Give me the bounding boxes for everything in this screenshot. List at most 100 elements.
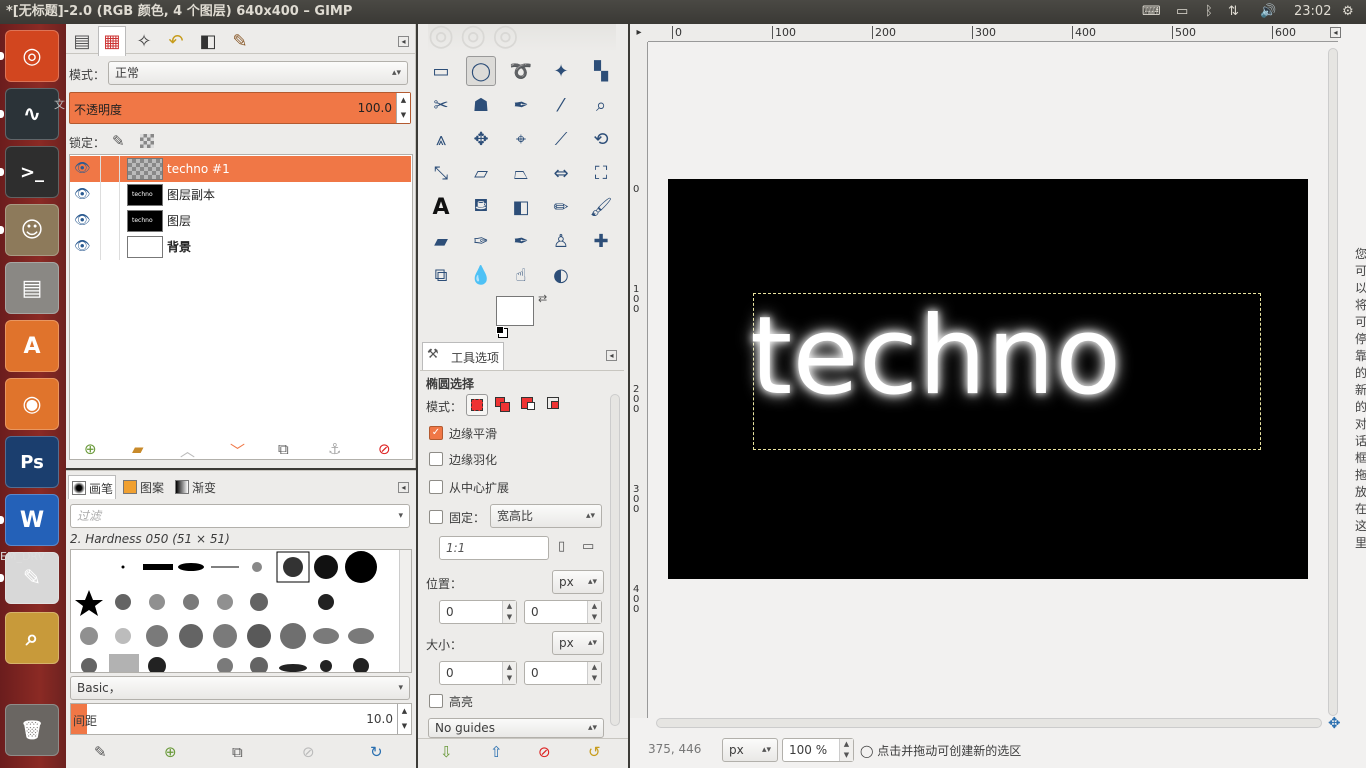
- layer-visibility-eye-icon[interactable]: 👁: [74, 208, 91, 234]
- tab-patterns[interactable]: 图案: [120, 475, 168, 499]
- layer-chain-toggle[interactable]: [100, 156, 120, 182]
- paths-tab-icon[interactable]: ✧: [130, 26, 158, 56]
- tool-cage-transform-icon[interactable]: ⛶: [586, 158, 616, 188]
- lower-layer-icon[interactable]: ﹀: [230, 440, 245, 461]
- tool-pencil-icon[interactable]: ✏: [546, 192, 576, 222]
- launcher-software-center-icon[interactable]: A: [5, 320, 59, 372]
- tool-free-select-icon[interactable]: ➰: [506, 56, 536, 86]
- layer-row[interactable]: 👁 techno 图层: [70, 208, 411, 234]
- duplicate-brush-icon[interactable]: ⧉: [232, 743, 243, 761]
- tool-measure-icon[interactable]: ⩓: [426, 124, 456, 154]
- launcher-terminal-icon[interactable]: >_: [5, 146, 59, 198]
- keyboard-icon[interactable]: ⌨: [1142, 0, 1161, 24]
- brush-grid[interactable]: [70, 549, 412, 673]
- raise-layer-icon[interactable]: ︿: [180, 440, 195, 461]
- layer-chain-toggle[interactable]: [100, 234, 120, 260]
- zoom-input[interactable]: 100 % ▲ ▼: [782, 738, 854, 762]
- tool-heal-icon[interactable]: ✚: [586, 226, 616, 256]
- power-gear-icon[interactable]: ⚙: [1342, 0, 1354, 24]
- tool-airbrush-icon[interactable]: ✑: [466, 226, 496, 256]
- new-layer-icon[interactable]: ⊕: [84, 440, 97, 458]
- battery-icon[interactable]: ▭: [1176, 0, 1188, 24]
- clock[interactable]: 23:02: [1294, 0, 1331, 24]
- launcher-files-icon[interactable]: ▤: [5, 262, 59, 314]
- ruler-vertical[interactable]: 0 1 0 0 2 0 0 3 0 0 4 0 0: [630, 42, 648, 718]
- tool-text-icon[interactable]: A: [426, 192, 456, 222]
- spacing-spin-arrows[interactable]: ▲ ▼: [397, 704, 411, 734]
- layer-visibility-eye-icon[interactable]: 👁: [74, 182, 91, 208]
- layer-row[interactable]: 👁 techno 图层副本: [70, 182, 411, 208]
- guides-select[interactable]: No guides ▴▾: [428, 718, 604, 738]
- refresh-brushes-icon[interactable]: ↻: [370, 743, 383, 761]
- network-icon[interactable]: ⇅: [1228, 0, 1239, 24]
- layer-chain-toggle[interactable]: [100, 208, 120, 234]
- tool-rotate-icon[interactable]: ⟲: [586, 124, 616, 154]
- tool-options-menu-arrow-icon[interactable]: ◂: [606, 350, 617, 361]
- portrait-icon[interactable]: ▯: [558, 539, 565, 554]
- save-tool-preset-icon[interactable]: ⇩: [440, 743, 453, 761]
- horizontal-scrollbar[interactable]: [656, 718, 1322, 728]
- landscape-icon[interactable]: ▭: [582, 539, 594, 554]
- fixed-mode-select[interactable]: 宽高比 ▴▾: [490, 504, 602, 528]
- layer-name[interactable]: 图层: [167, 208, 191, 234]
- tool-flip-icon[interactable]: ⇔: [546, 158, 576, 188]
- layer-visibility-eye-icon[interactable]: 👁: [74, 156, 91, 182]
- tool-clone-icon[interactable]: ♙: [546, 226, 576, 256]
- position-y-input[interactable]: 0 ▲ ▼: [524, 600, 602, 624]
- undo-history-tab-icon[interactable]: ↶: [162, 26, 190, 56]
- tab-gradients[interactable]: 渐变: [172, 475, 220, 499]
- opacity-slider[interactable]: 不透明度 100.0 ▲ ▼: [69, 92, 411, 124]
- aspect-ratio-input[interactable]: 1:1: [439, 536, 549, 560]
- canvas-viewport[interactable]: techno: [648, 42, 1332, 718]
- size-unit-select[interactable]: px ▴▾: [552, 631, 604, 655]
- bluetooth-icon[interactable]: ᛒ: [1205, 0, 1213, 24]
- feather-checkbox[interactable]: [429, 452, 443, 466]
- new-brush-icon[interactable]: ⊕: [164, 743, 177, 761]
- spacing-slider[interactable]: 间距 10.0 ▲ ▼: [70, 703, 412, 735]
- layer-chain-toggle[interactable]: [100, 182, 120, 208]
- vertical-scrollbar[interactable]: [1328, 48, 1338, 716]
- layer-row[interactable]: 👁 背景: [70, 234, 411, 260]
- tool-zoom-icon[interactable]: ⌕: [586, 90, 616, 120]
- tool-scissors-icon[interactable]: ✂: [426, 90, 456, 120]
- launcher-system-monitor-icon[interactable]: ∿: [5, 88, 59, 140]
- tool-blend-icon[interactable]: ◧: [506, 192, 536, 222]
- tool-shear-icon[interactable]: ▱: [466, 158, 496, 188]
- status-unit-select[interactable]: px ▴▾: [722, 738, 778, 762]
- layers-tab-icon[interactable]: ▤: [68, 26, 96, 56]
- delete-tool-preset-icon[interactable]: ⊘: [538, 743, 551, 761]
- new-layer-group-icon[interactable]: ▰: [132, 440, 144, 458]
- tool-align-icon[interactable]: ⌖: [506, 124, 536, 154]
- tool-ink-icon[interactable]: ✒: [506, 226, 536, 256]
- reset-tool-options-icon[interactable]: ↺: [588, 743, 601, 761]
- expand-from-center-checkbox[interactable]: [429, 480, 443, 494]
- duplicate-layer-icon[interactable]: ⧉: [278, 440, 289, 458]
- mode-intersect-button[interactable]: [544, 394, 566, 416]
- antialias-checkbox[interactable]: ✓: [429, 426, 443, 440]
- launcher-image-viewer-icon[interactable]: ⌕: [5, 612, 59, 664]
- tool-foreground-select-icon[interactable]: ☗: [466, 90, 496, 120]
- tool-move-icon[interactable]: ✥: [466, 124, 496, 154]
- image-canvas[interactable]: techno: [668, 179, 1308, 579]
- tool-color-select-icon[interactable]: ▚: [586, 56, 616, 86]
- position-x-input[interactable]: 0 ▲ ▼: [439, 600, 517, 624]
- brush-tab-icon[interactable]: ✎: [226, 26, 254, 56]
- mode-add-button[interactable]: [492, 394, 514, 416]
- dock-menu-arrow-icon[interactable]: ◂: [398, 36, 409, 47]
- mode-subtract-button[interactable]: [518, 394, 540, 416]
- size-width-input[interactable]: 0 ▲ ▼: [439, 661, 517, 685]
- tab-brushes[interactable]: 画笔: [68, 475, 116, 499]
- layer-name[interactable]: techno #1: [167, 156, 230, 182]
- brush-preset-select[interactable]: Basic， ▾: [70, 676, 410, 700]
- highlight-checkbox[interactable]: [429, 694, 443, 708]
- navigate-icon[interactable]: ✥: [1328, 714, 1341, 732]
- anchor-layer-icon[interactable]: ⚓: [328, 440, 341, 458]
- tool-ellipse-select-icon[interactable]: ◯: [466, 56, 496, 86]
- ruler-horizontal[interactable]: 0 100 200 300 400 500 600: [648, 24, 1338, 42]
- default-colors-icon[interactable]: [496, 326, 504, 334]
- volume-icon[interactable]: 🔊: [1260, 0, 1276, 24]
- tool-scale-icon[interactable]: ⤡: [426, 158, 456, 188]
- tool-rect-select-icon[interactable]: ▭: [426, 56, 456, 86]
- tool-crop-icon[interactable]: ⟋: [546, 124, 576, 154]
- tool-fuzzy-select-icon[interactable]: ✦: [546, 56, 576, 86]
